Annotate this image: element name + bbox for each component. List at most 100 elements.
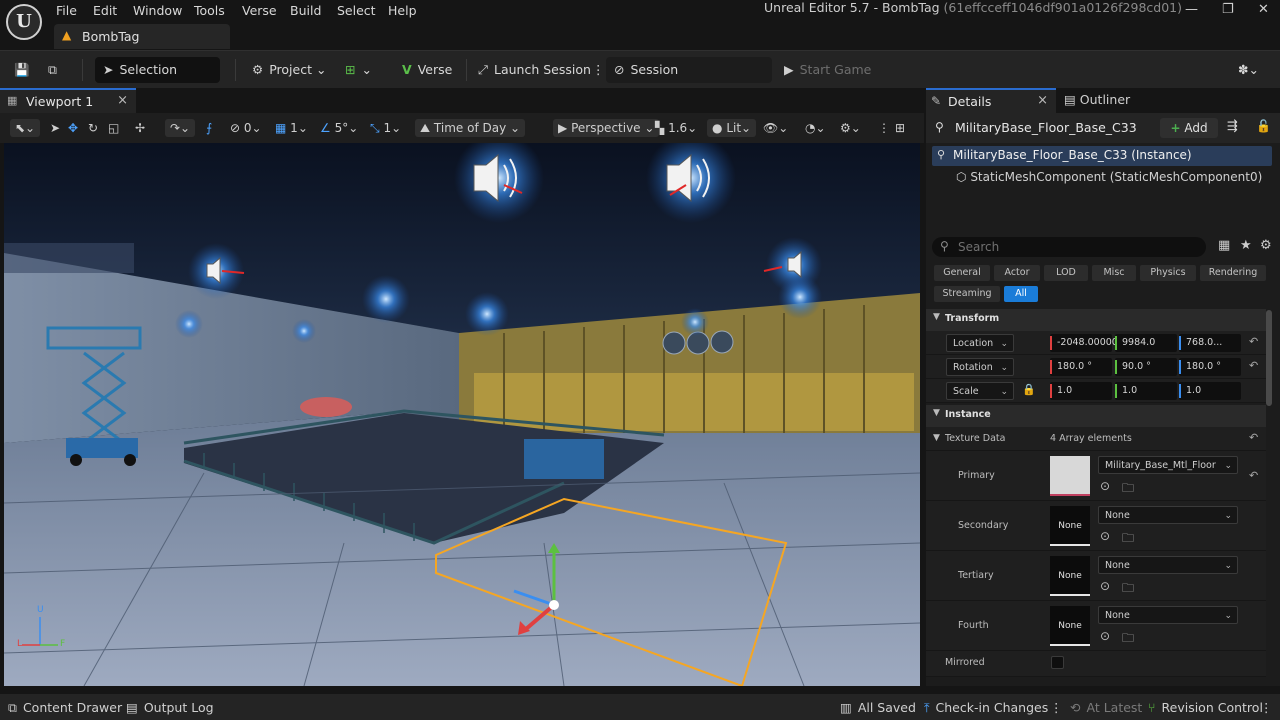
time-of-day-dropdown[interactable]: ⛰ Time of Day ⌄ — [415, 119, 526, 137]
all-saved-status[interactable]: ▥ All Saved — [840, 700, 916, 715]
save-icon[interactable]: 💾 — [14, 57, 30, 83]
location-x-field[interactable]: -2048.00000 — [1050, 334, 1118, 352]
start-game-button[interactable]: ▶ Start Game — [784, 57, 871, 83]
transform-section-header[interactable]: ▼ Transform — [926, 309, 1266, 331]
menu-window[interactable]: Window — [133, 3, 182, 18]
filter-streaming[interactable]: Streaming — [934, 286, 1000, 302]
surface-snapping-icon[interactable]: ⨍ — [206, 119, 212, 137]
use-selected-icon[interactable]: ⊙ — [1100, 479, 1110, 493]
reset-texture-data-icon[interactable]: ↶ — [1249, 431, 1258, 444]
settings-gear-icon[interactable]: ⚙ — [1260, 238, 1272, 253]
coordinate-space-icon[interactable]: ✢ — [135, 119, 145, 137]
grid-snap-button[interactable]: ▦ 1⌄ — [275, 119, 308, 137]
scale-snap-button[interactable]: ⤡ 1⌄ — [370, 119, 401, 137]
reset-primary-icon[interactable]: ↶ — [1249, 469, 1258, 482]
filter-misc[interactable]: Misc — [1092, 265, 1136, 281]
settings-button[interactable]: ⚙⌄ — [840, 119, 861, 137]
content-drawer-button[interactable]: ⧉ Content Drawer — [8, 700, 122, 716]
menu-file[interactable]: File — [56, 3, 77, 18]
filter-actor[interactable]: Actor — [994, 265, 1040, 281]
close-window-icon[interactable]: ✕ — [1258, 2, 1269, 17]
show-flags-button[interactable]: 👁⌄ — [763, 119, 788, 137]
level-viewport[interactable]: U L F — [4, 143, 920, 686]
project-tab[interactable]: ▲ BombTag — [54, 24, 230, 49]
rotation-z-field[interactable]: 180.0 ° — [1179, 358, 1241, 376]
browse-asset-icon[interactable]: 🗀 — [1122, 529, 1134, 550]
details-search[interactable]: ⚲ — [932, 237, 1206, 257]
secondary-material-dropdown[interactable]: None ⌄ — [1098, 506, 1238, 524]
surface-snap-dropdown[interactable]: ↷⌄ — [165, 119, 196, 137]
menu-verse[interactable]: Verse — [242, 3, 277, 18]
viewport-tab[interactable]: ▦ Viewport 1 × — [0, 88, 136, 113]
mirrored-checkbox[interactable] — [1051, 656, 1064, 669]
scale-icon[interactable]: ◱ — [108, 119, 119, 137]
verse-button[interactable]: V Verse — [402, 57, 452, 83]
browse-asset-icon[interactable]: 🗀 — [1122, 579, 1134, 600]
scale-z-field[interactable]: 1.0 — [1179, 382, 1241, 400]
details-scrollbar[interactable] — [1266, 310, 1272, 406]
unreal-logo-icon[interactable]: U — [6, 4, 42, 40]
transform-mode-dropdown[interactable]: ⬉⌄ — [10, 119, 41, 137]
rotation-y-field[interactable]: 90.0 ° — [1115, 358, 1177, 376]
camera-speed-button[interactable]: ▚ 1.6⌄ — [655, 119, 697, 137]
browse-asset-icon[interactable]: 🗀 — [1122, 479, 1134, 500]
add-content-button[interactable]: ⊞ ⌄ — [345, 57, 372, 83]
browse-asset-icon[interactable]: 🗀 — [1122, 629, 1134, 650]
translate-icon[interactable]: ✥ — [68, 119, 78, 137]
filter-all[interactable]: All — [1004, 286, 1038, 302]
layout-icon[interactable]: ⊞ — [895, 119, 905, 137]
project-button[interactable]: ⚙ Project ⌄ — [252, 57, 326, 83]
scale-x-field[interactable]: 1.0 — [1050, 382, 1112, 400]
view-mode-dropdown[interactable]: ● Lit⌄ — [707, 119, 757, 137]
filter-general[interactable]: General — [934, 265, 990, 281]
more-options-icon[interactable]: ⋮ — [592, 57, 605, 83]
menu-edit[interactable]: Edit — [93, 3, 117, 18]
menu-select[interactable]: Select — [337, 3, 376, 18]
filter-lod[interactable]: LOD — [1044, 265, 1088, 281]
maximize-icon[interactable]: ❐ — [1222, 2, 1234, 17]
lock-icon[interactable]: 🔓 — [1256, 119, 1271, 133]
fourth-material-dropdown[interactable]: None ⌄ — [1098, 606, 1238, 624]
property-matrix-icon[interactable]: ▦ — [1218, 238, 1230, 253]
close-tab-icon[interactable]: × — [1037, 93, 1048, 108]
fourth-material-thumbnail[interactable]: None — [1050, 606, 1090, 646]
outliner-tab[interactable]: ▤ Outliner — [1064, 92, 1130, 107]
primary-material-thumbnail[interactable] — [1050, 456, 1090, 496]
minimize-icon[interactable]: — — [1185, 2, 1198, 17]
close-tab-icon[interactable]: × — [117, 93, 128, 108]
favorites-star-icon[interactable]: ★ — [1240, 238, 1252, 253]
menu-tools[interactable]: Tools — [194, 3, 225, 18]
paw-icon[interactable]: ✽⌄ — [1238, 57, 1259, 83]
scale-mode-dropdown[interactable]: Scale ⌄ — [946, 382, 1014, 400]
performance-button[interactable]: ◔⌄ — [805, 119, 826, 137]
tertiary-material-dropdown[interactable]: None ⌄ — [1098, 556, 1238, 574]
reset-location-icon[interactable]: ↶ — [1249, 335, 1258, 348]
angle-snap-button[interactable]: ∠ 5°⌄ — [320, 119, 358, 137]
primary-material-dropdown[interactable]: Military_Base_Mtl_Floor ⌄ — [1098, 456, 1238, 474]
filter-physics[interactable]: Physics — [1140, 265, 1196, 281]
perspective-dropdown[interactable]: ▶ Perspective ⌄ — [553, 119, 660, 137]
add-component-button[interactable]: + Add — [1160, 118, 1218, 138]
reset-rotation-icon[interactable]: ↶ — [1249, 359, 1258, 372]
output-log-button[interactable]: ▤ Output Log — [126, 700, 214, 715]
more-options-icon[interactable]: ⋮ — [1260, 700, 1273, 715]
use-selected-icon[interactable]: ⊙ — [1100, 579, 1110, 593]
use-selected-icon[interactable]: ⊙ — [1100, 529, 1110, 543]
search-input[interactable] — [958, 239, 1198, 255]
rotate-icon[interactable]: ↻ — [88, 119, 98, 137]
filter-rendering[interactable]: Rendering — [1200, 265, 1266, 281]
location-y-field[interactable]: 9984.0 — [1115, 334, 1177, 352]
tertiary-material-thumbnail[interactable]: None — [1050, 556, 1090, 596]
more-options-icon[interactable]: ⋮ — [1050, 700, 1063, 715]
launch-session-button[interactable]: ⤢ Launch Session — [478, 57, 591, 83]
expand-arrow-icon[interactable]: ▼ — [933, 433, 940, 443]
instance-section-header[interactable]: ▼ Instance — [926, 405, 1266, 427]
menu-help[interactable]: Help — [388, 3, 417, 18]
selection-mode-button[interactable]: ➤Selection Mode ⌄ — [95, 57, 220, 103]
viewport-options-icon[interactable]: ⋮ — [878, 119, 890, 137]
location-mode-dropdown[interactable]: Location ⌄ — [946, 334, 1014, 352]
secondary-material-thumbnail[interactable]: None — [1050, 506, 1090, 546]
details-tab[interactable]: ✎ Details × — [926, 88, 1056, 113]
component-child-item[interactable]: ⬡ StaticMeshComponent (StaticMeshCompone… — [956, 170, 1262, 184]
select-icon[interactable]: ➤ — [50, 119, 60, 137]
